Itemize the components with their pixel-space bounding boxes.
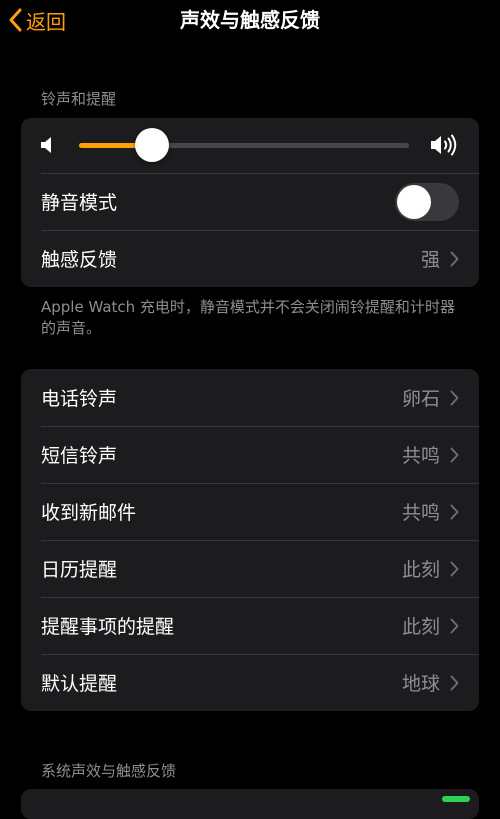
toggle-knob — [397, 184, 431, 219]
sound-row-label: 电话铃声 — [41, 388, 118, 410]
sound-row-value: 共鸣 — [401, 502, 440, 524]
section-header-system: 系统声效与触感反馈 — [41, 762, 177, 780]
sound-row-mail[interactable]: 收到新邮件 共鸣 — [21, 483, 479, 540]
silent-mode-row: 静音模式 — [21, 173, 479, 230]
section-header-ringtones: 铃声和提醒 — [41, 90, 117, 108]
chevron-right-icon — [450, 390, 459, 405]
sounds-card: 电话铃声 卵石 短信铃声 共鸣 收到新邮件 共鸣 日历提醒 此刻 提醒事项的提醒… — [21, 369, 479, 711]
sound-row-value: 此刻 — [401, 559, 440, 581]
silent-mode-footnote: Apple Watch 充电时，静音模式并不会关闭闹铃提醒和计时器的声音。 — [41, 298, 455, 337]
speaker-high-icon — [431, 134, 457, 156]
haptics-row[interactable]: 触感反馈 强 — [21, 230, 479, 287]
system-sounds-card — [21, 789, 479, 819]
page-title: 声效与触感反馈 — [180, 8, 320, 32]
sound-row-message[interactable]: 短信铃声 共鸣 — [21, 426, 479, 483]
navigation-bar: 返回 声效与触感反馈 — [0, 0, 500, 40]
volume-row — [21, 118, 479, 173]
silent-mode-toggle[interactable] — [395, 182, 459, 221]
sound-row-label: 提醒事项的提醒 — [41, 616, 175, 638]
chevron-right-icon — [450, 504, 459, 519]
ringtone-settings-card: 静音模式 触感反馈 强 — [21, 118, 479, 287]
sound-row-phone[interactable]: 电话铃声 卵石 — [21, 369, 479, 426]
sound-row-default-alert[interactable]: 默认提醒 地球 — [21, 654, 479, 711]
sound-row-value: 地球 — [401, 673, 440, 695]
sound-row-value: 卵石 — [401, 388, 440, 410]
haptics-value: 强 — [420, 249, 440, 271]
sound-row-label: 日历提醒 — [41, 559, 118, 581]
speaker-low-icon — [41, 137, 51, 153]
chevron-right-icon — [450, 251, 459, 266]
sound-row-label: 短信铃声 — [41, 445, 118, 467]
volume-slider-thumb[interactable] — [134, 128, 169, 162]
chevron-right-icon — [450, 618, 459, 633]
sound-row-reminders[interactable]: 提醒事项的提醒 此刻 — [21, 597, 479, 654]
system-toggle-peek[interactable] — [442, 796, 470, 802]
chevron-right-icon — [450, 675, 459, 690]
sound-row-value: 此刻 — [401, 616, 440, 638]
haptics-label: 触感反馈 — [41, 249, 118, 271]
sound-row-label: 默认提醒 — [41, 673, 118, 695]
sound-row-value: 共鸣 — [401, 445, 440, 467]
chevron-right-icon — [450, 447, 459, 462]
volume-slider[interactable] — [79, 128, 409, 162]
silent-mode-label: 静音模式 — [41, 192, 118, 214]
sound-row-calendar[interactable]: 日历提醒 此刻 — [21, 540, 479, 597]
chevron-right-icon — [450, 561, 459, 576]
sound-row-label: 收到新邮件 — [41, 502, 137, 524]
